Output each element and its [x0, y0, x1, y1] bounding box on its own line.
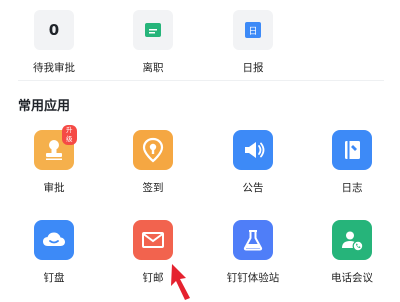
upgrade-badge: 升级 — [62, 125, 77, 145]
checkin-label: 签到 — [142, 182, 164, 194]
leave-label: 离职 — [142, 62, 164, 74]
leave-icon — [145, 23, 161, 37]
leave-tile — [133, 10, 173, 50]
top-divider — [18, 80, 384, 81]
notebook-icon — [345, 141, 360, 159]
daily-report-glyph: 日 — [248, 26, 258, 37]
mail-icon — [142, 232, 164, 248]
announcement-label: 公告 — [242, 182, 264, 194]
pending-approval-item[interactable]: 0 待我审批 — [33, 10, 75, 74]
log-tile — [332, 130, 372, 170]
cloud-drive-icon — [43, 232, 65, 246]
section-title: 常用应用 — [18, 99, 71, 114]
flask-icon — [243, 230, 263, 251]
approval-label: 审批 — [43, 182, 65, 194]
pending-approval-count: 0 — [48, 21, 60, 39]
leave-item[interactable]: 离职 — [133, 10, 173, 74]
app-announcement[interactable]: 公告 — [233, 130, 273, 194]
app-experience-station[interactable]: 钉钉体验站 — [227, 220, 279, 284]
app-checkin[interactable]: 签到 — [133, 130, 173, 194]
checkin-tile — [133, 130, 173, 170]
experience-station-tile — [233, 220, 273, 260]
daily-report-item[interactable]: 日 日报 — [233, 10, 273, 74]
pending-approval-count-tile: 0 — [34, 10, 74, 50]
app-cloud-drive[interactable]: 钉盘 — [34, 220, 74, 284]
location-pin-icon — [142, 137, 164, 163]
cloud-drive-label: 钉盘 — [43, 272, 65, 284]
pending-approval-label: 待我审批 — [33, 62, 75, 74]
app-phone-conference[interactable]: 电话会议 — [331, 220, 373, 284]
daily-report-tile: 日 — [233, 10, 273, 50]
app-log[interactable]: 日志 — [332, 130, 372, 194]
red-arrow-annotation — [171, 264, 190, 300]
phone-conference-tile — [332, 220, 372, 260]
app-approval[interactable]: 升级 审批 — [34, 125, 77, 194]
daily-report-label: 日报 — [242, 62, 264, 74]
experience-station-label: 钉钉体验站 — [226, 272, 280, 284]
announcement-tile — [233, 130, 273, 170]
log-label: 日志 — [341, 182, 363, 194]
phone-contact-icon — [342, 231, 364, 252]
mail-tile — [133, 220, 173, 260]
daily-report-icon: 日 — [245, 22, 261, 38]
cloud-drive-tile — [34, 220, 74, 260]
megaphone-icon — [245, 142, 265, 158]
phone-conference-label: 电话会议 — [331, 272, 373, 284]
